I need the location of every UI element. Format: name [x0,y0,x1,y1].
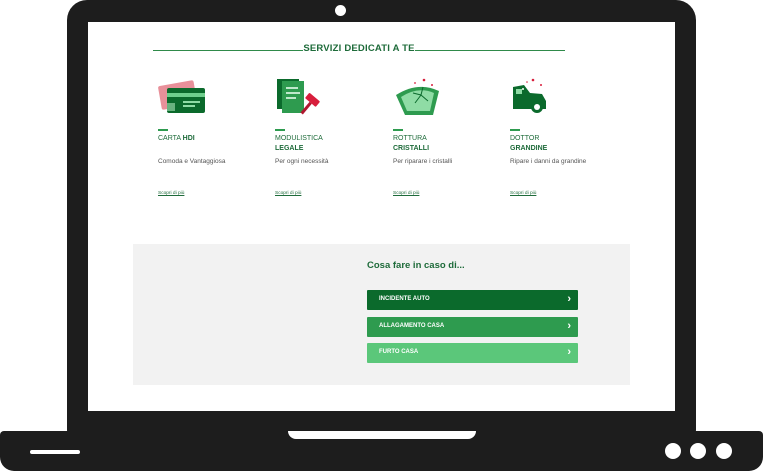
card-title-text: ROTTURA [393,135,427,142]
laptop-dot [716,443,732,459]
credit-card-icon [158,80,205,113]
hail-car-icon [513,78,546,113]
discover-more-link[interactable]: Scopri di più [510,191,536,196]
what-to-do-title: Cosa fare in caso di... [367,260,465,271]
button-label: ALLAGAMENTO CASA [379,323,445,329]
service-card-carta-hdi: CARTA HDI Comoda e Vantaggiosa Scopri di… [158,77,253,207]
card-title: ROTTURA CRISTALLI [393,134,429,154]
card-title-text: MODULISTICA [275,135,323,142]
chevron-right-icon: › [567,320,571,332]
service-card-rottura-cristalli: ROTTURA CRISTALLI Per riparare i cristal… [393,77,488,207]
broken-windshield-icon [396,78,439,115]
accent-bar [393,129,403,131]
laptop-screen: SERVIZI DEDICATI A TE CARTA HDI Comoda e… [88,22,675,411]
card-title-bold: HDI [182,135,195,142]
laptop-dot [665,443,681,459]
card-title-text: DOTTOR [510,135,540,142]
discover-more-link[interactable]: Scopri di più [158,191,184,196]
laptop-notch [288,431,476,439]
card-description: Ripare i danni da grandine [510,158,587,165]
laptop-frame: SERVIZI DEDICATI A TE CARTA HDI Comoda e… [67,0,696,436]
discover-more-link[interactable]: Scopri di più [275,191,301,196]
chevron-right-icon: › [567,346,571,358]
incidente-auto-button[interactable]: INCIDENTE AUTO › [367,290,578,310]
accent-bar [275,129,285,131]
card-title-bold: GRANDINE [510,145,548,152]
button-label: FURTO CASA [379,349,419,355]
card-title-bold: CRISTALLI [393,145,430,152]
what-to-do-panel: Cosa fare in caso di... INCIDENTE AUTO ›… [133,244,630,385]
section-header: SERVIZI DEDICATI A TE [153,42,565,58]
card-title: CARTA HDI [158,134,195,144]
divider-line [415,50,565,51]
furto-casa-button[interactable]: FURTO CASA › [367,343,578,363]
section-title: SERVIZI DEDICATI A TE [303,43,415,54]
card-description: Per ogni necessità [275,158,329,165]
legal-documents-gavel-icon [277,79,320,115]
divider-line [153,50,303,51]
laptop-slot [30,450,80,454]
allagamento-casa-button[interactable]: ALLAGAMENTO CASA › [367,317,578,337]
card-title-text: CARTA [158,135,181,142]
camera-icon [335,5,346,16]
accent-bar [158,129,168,131]
discover-more-link[interactable]: Scopri di più [393,191,419,196]
laptop-base [0,431,763,471]
card-title: MODULISTICA LEGALE [275,134,323,154]
card-title: DOTTOR GRANDINE [510,134,547,154]
card-description: Per riparare i cristalli [393,158,453,165]
button-label: INCIDENTE AUTO [379,296,430,302]
card-description: Comoda e Vantaggiosa [158,158,226,165]
card-title-bold: LEGALE [275,145,304,152]
accent-bar [510,129,520,131]
laptop-dot [690,443,706,459]
service-card-modulistica-legale: MODULISTICA LEGALE Per ogni necessità Sc… [275,77,370,207]
service-card-dottor-grandine: DOTTOR GRANDINE Ripare i danni da grandi… [510,77,605,207]
chevron-right-icon: › [567,293,571,305]
